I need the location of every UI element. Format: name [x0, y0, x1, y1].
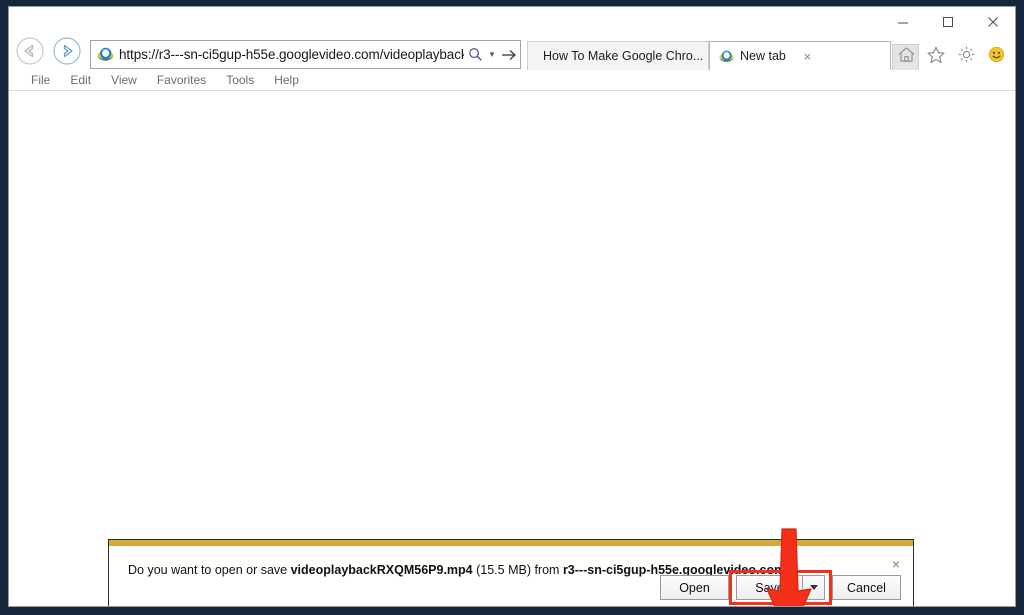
address-bar[interactable]: https://r3---sn-ci5gup-h55e.googlevideo.…	[90, 40, 521, 69]
close-button[interactable]	[970, 7, 1015, 36]
tab-strip: How To Make Google Chro... New tab ×	[527, 40, 919, 70]
navigation-buttons	[9, 35, 83, 67]
notification-prefix: Do you want to open or save	[128, 563, 291, 577]
arrow-right-icon	[501, 48, 517, 62]
forward-button[interactable]	[51, 35, 83, 67]
notification-filename: videoplaybackRXQM56P9.mp4	[291, 563, 473, 577]
tools-gear-icon[interactable]	[952, 41, 980, 68]
back-button[interactable]	[14, 35, 46, 67]
home-glyph-icon	[897, 45, 916, 64]
go-button[interactable]	[498, 41, 520, 68]
internet-explorer-window: https://r3---sn-ci5gup-h55e.googlevideo.…	[8, 6, 1016, 607]
minimize-icon	[896, 15, 910, 29]
chevron-down-icon	[810, 585, 818, 590]
feedback-smiley-icon[interactable]	[982, 41, 1010, 68]
window-controls	[880, 7, 1015, 37]
ie-logo-icon	[97, 46, 114, 63]
maximize-button[interactable]	[925, 7, 970, 36]
tab-label: New tab	[740, 49, 786, 63]
url-text: https://r3---sn-ci5gup-h55e.googlevideo.…	[119, 47, 464, 62]
menu-item-view[interactable]: View	[101, 70, 147, 90]
menu-item-file[interactable]: File	[21, 70, 60, 90]
tab-new-tab[interactable]: New tab ×	[709, 41, 891, 70]
notification-size: (15.5 MB) from	[473, 563, 563, 577]
notification-gold-accent	[109, 539, 913, 546]
tab-label: How To Make Google Chro...	[543, 49, 703, 63]
title-bar: https://r3---sn-ci5gup-h55e.googlevideo.…	[9, 7, 1015, 70]
menu-item-favorites[interactable]: Favorites	[147, 70, 216, 90]
gear-glyph-icon	[957, 45, 976, 64]
tab-how-to-make-google-chrome[interactable]: How To Make Google Chro...	[527, 41, 709, 70]
search-icon[interactable]	[464, 41, 486, 68]
star-glyph-icon	[926, 45, 946, 65]
address-dropdown-icon[interactable]: ▾	[486, 41, 498, 68]
menu-item-edit[interactable]: Edit	[60, 70, 101, 90]
close-icon	[986, 15, 1000, 29]
open-button[interactable]: Open	[660, 575, 729, 600]
menu-item-tools[interactable]: Tools	[216, 70, 264, 90]
ie-logo-icon	[719, 49, 734, 64]
menu-bar: File Edit View Favorites Tools Help	[9, 70, 1015, 91]
smiley-glyph-icon	[988, 46, 1005, 63]
minimize-button[interactable]	[880, 7, 925, 36]
notification-body: Do you want to open or save videoplaybac…	[109, 546, 913, 606]
notification-close-icon[interactable]: ×	[888, 556, 904, 572]
tab-close-icon[interactable]: ×	[800, 49, 815, 64]
favorites-star-icon[interactable]	[922, 41, 950, 68]
cancel-button[interactable]: Cancel	[832, 575, 901, 600]
back-arrow-icon	[15, 36, 45, 66]
toolbar-icons	[892, 41, 1010, 68]
download-notification-bar: Do you want to open or save videoplaybac…	[108, 539, 914, 607]
notification-buttons: Open Save Cancel	[660, 575, 901, 600]
home-icon[interactable]	[892, 41, 920, 68]
desktop-background: https://r3---sn-ci5gup-h55e.googlevideo.…	[0, 0, 1024, 615]
save-dropdown-button[interactable]	[802, 575, 825, 600]
save-button-group: Save	[736, 575, 825, 600]
page-viewport: Do you want to open or save videoplaybac…	[9, 91, 1015, 607]
menu-item-help[interactable]: Help	[264, 70, 309, 90]
forward-arrow-icon	[52, 36, 82, 66]
maximize-icon	[941, 15, 955, 29]
search-glyph-icon	[468, 47, 483, 62]
save-button[interactable]: Save	[736, 575, 802, 600]
